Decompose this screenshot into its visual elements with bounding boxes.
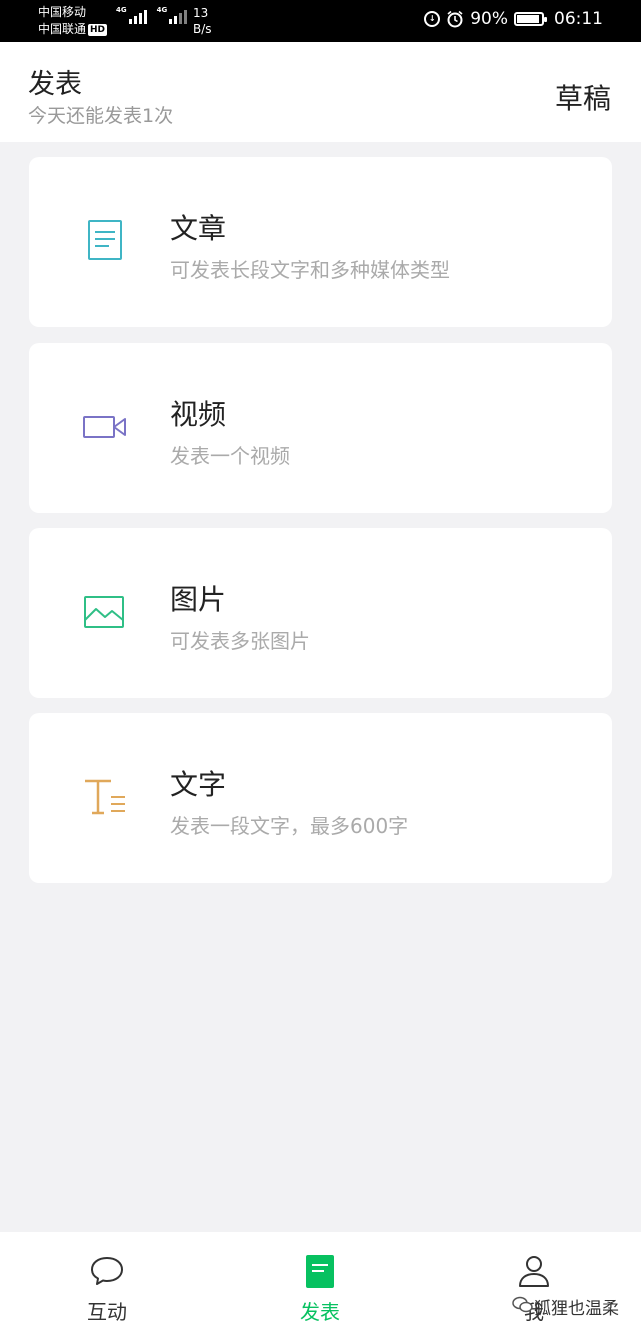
option-description: 可发表多张图片 — [170, 629, 310, 653]
option-title: 图片 — [170, 583, 227, 616]
tab-publish[interactable]: 发表 — [260, 1232, 380, 1332]
image-option-card[interactable]: 图片 可发表多张图片 — [29, 528, 612, 698]
speed-unit: B/s — [193, 22, 212, 36]
carrier-1: 中国移动 — [38, 5, 87, 19]
network-speed: 13 B/s — [193, 5, 212, 37]
video-icon — [83, 405, 127, 449]
header: 发表 今天还能发表1次 草稿 — [0, 42, 641, 142]
signal-indicators: 4G 4G — [116, 6, 188, 24]
person-icon — [516, 1254, 552, 1288]
option-title: 文字 — [170, 768, 227, 801]
battery-percent: 90% — [470, 9, 508, 29]
text-icon — [83, 775, 127, 819]
text-option-card[interactable]: 文字 发表一段文字，最多600字 — [29, 713, 612, 883]
page-title: 发表 — [28, 69, 82, 100]
option-description: 发表一段文字，最多600字 — [170, 814, 409, 838]
option-description: 发表一个视频 — [170, 444, 290, 468]
data-saver-icon: ↓ — [424, 11, 441, 27]
option-title: 视频 — [170, 398, 227, 431]
wechat-logo-icon — [512, 1296, 533, 1313]
article-option-card[interactable]: 文章 可发表长段文字和多种媒体类型 — [29, 157, 612, 327]
signal-strength-icon: 4G — [157, 6, 188, 24]
tab-interact[interactable]: 互动 — [47, 1232, 167, 1332]
watermark-text: 狐狸也温柔 — [534, 1299, 619, 1319]
image-icon — [83, 590, 127, 634]
drafts-button[interactable]: 草稿 — [555, 77, 611, 117]
hd-badge: HD — [88, 24, 108, 36]
network-type-2: 4G — [156, 6, 168, 14]
publish-quota-text: 今天还能发表1次 — [28, 105, 174, 127]
option-description: 可发表长段文字和多种媒体类型 — [170, 258, 450, 282]
battery-icon — [514, 12, 547, 26]
status-right: ↓ 90% 06:11 — [424, 9, 603, 29]
status-bar: 中国移动 中国联通 HD 4G 4G 13 B/s ↓ 90% 06:11 — [0, 0, 641, 42]
network-type-1: 4G — [116, 6, 127, 14]
publish-document-icon — [302, 1254, 338, 1288]
speed-value: 13 — [193, 6, 209, 20]
tab-label: 互动 — [87, 1300, 127, 1324]
option-title: 文章 — [170, 212, 227, 245]
carrier-2: 中国联通 — [38, 22, 87, 36]
carrier-info: 中国移动 中国联通 HD — [38, 4, 108, 38]
article-icon — [83, 219, 127, 263]
clock: 06:11 — [554, 9, 603, 29]
alarm-icon — [447, 10, 463, 28]
chat-bubble-icon — [89, 1254, 125, 1288]
tab-label: 发表 — [300, 1300, 340, 1324]
video-option-card[interactable]: 视频 发表一个视频 — [29, 343, 612, 513]
signal-strength-icon: 4G — [116, 6, 147, 24]
